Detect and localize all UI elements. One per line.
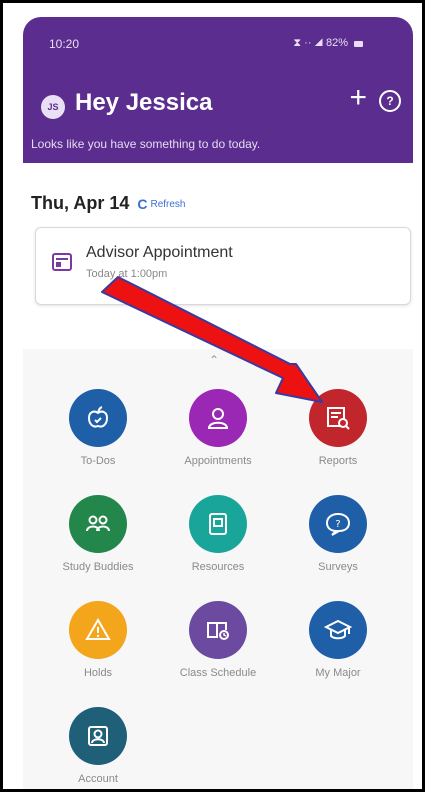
tile-reports[interactable]: Reports	[283, 389, 393, 467]
feature-grid: ⌃ To-Dos Appointments Reports Study Budd…	[23, 349, 413, 789]
date-row: Thu, Apr 14 C Refresh	[31, 193, 185, 214]
schedule-icon	[189, 601, 247, 659]
tile-account[interactable]: Account	[43, 707, 153, 785]
tile-resources[interactable]: Resources	[163, 495, 273, 573]
appointment-title: Advisor Appointment	[86, 244, 233, 261]
status-icons-text: ⧗ ·· ◢ 82%	[293, 37, 348, 49]
apple-icon	[69, 389, 127, 447]
tile-my-major[interactable]: My Major	[283, 601, 393, 679]
tile-surveys[interactable]: ? Surveys	[283, 495, 393, 573]
tile-to-dos[interactable]: To-Dos	[43, 389, 153, 467]
svg-text:?: ?	[335, 519, 340, 530]
main-content: Thu, Apr 14 C Refresh Advisor Appointmen…	[23, 163, 413, 789]
tile-holds[interactable]: Holds	[43, 601, 153, 679]
greeting-title: Hey Jessica	[75, 89, 213, 116]
help-button[interactable]: ?	[379, 90, 401, 112]
chevron-up-icon[interactable]: ⌃	[209, 353, 219, 367]
tile-study-buddies[interactable]: Study Buddies	[43, 495, 153, 573]
tile-label: Holds	[83, 667, 113, 679]
tile-label: Appointments	[184, 455, 252, 467]
refresh-button[interactable]: C Refresh	[137, 196, 185, 212]
status-time: 10:20	[49, 37, 80, 51]
calendar-icon	[52, 253, 72, 271]
refresh-icon: C	[137, 196, 148, 212]
tile-appointments[interactable]: Appointments	[163, 389, 273, 467]
tile-label: Resources	[191, 561, 245, 573]
tile-label: My Major	[315, 667, 361, 679]
appointment-time: Today at 1:00pm	[86, 268, 168, 280]
report-search-icon	[309, 389, 367, 447]
avatar[interactable]: JS	[41, 95, 65, 119]
tile-label: Study Buddies	[62, 561, 134, 573]
date-label: Thu, Apr 14	[31, 193, 130, 213]
header-subtitle: Looks like you have something to do toda…	[31, 137, 261, 151]
tile-label: Surveys	[318, 561, 358, 573]
refresh-label: Refresh	[150, 198, 186, 210]
app-header: 10:20 ⧗ ·· ◢ 82% JS Hey Jessica + ? Look…	[23, 17, 413, 163]
tile-label: Reports	[318, 455, 358, 467]
graduation-cap-icon	[309, 601, 367, 659]
person-icon	[189, 389, 247, 447]
people-icon	[69, 495, 127, 553]
book-icon	[189, 495, 247, 553]
account-icon	[69, 707, 127, 765]
add-button[interactable]: +	[349, 83, 367, 113]
appointment-card[interactable]: Advisor Appointment Today at 1:00pm	[35, 227, 411, 305]
warning-icon	[69, 601, 127, 659]
tile-label: Account	[78, 773, 118, 785]
tile-label: Class Schedule	[179, 667, 257, 679]
status-indicators: ⧗ ·· ◢ 82%	[293, 37, 363, 50]
tile-label: To-Dos	[80, 455, 116, 467]
battery-icon	[354, 40, 363, 47]
phone-screen: 10:20 ⧗ ·· ◢ 82% JS Hey Jessica + ? Look…	[3, 3, 422, 789]
speech-question-icon: ?	[309, 495, 367, 553]
tile-class-schedule[interactable]: Class Schedule	[163, 601, 273, 679]
